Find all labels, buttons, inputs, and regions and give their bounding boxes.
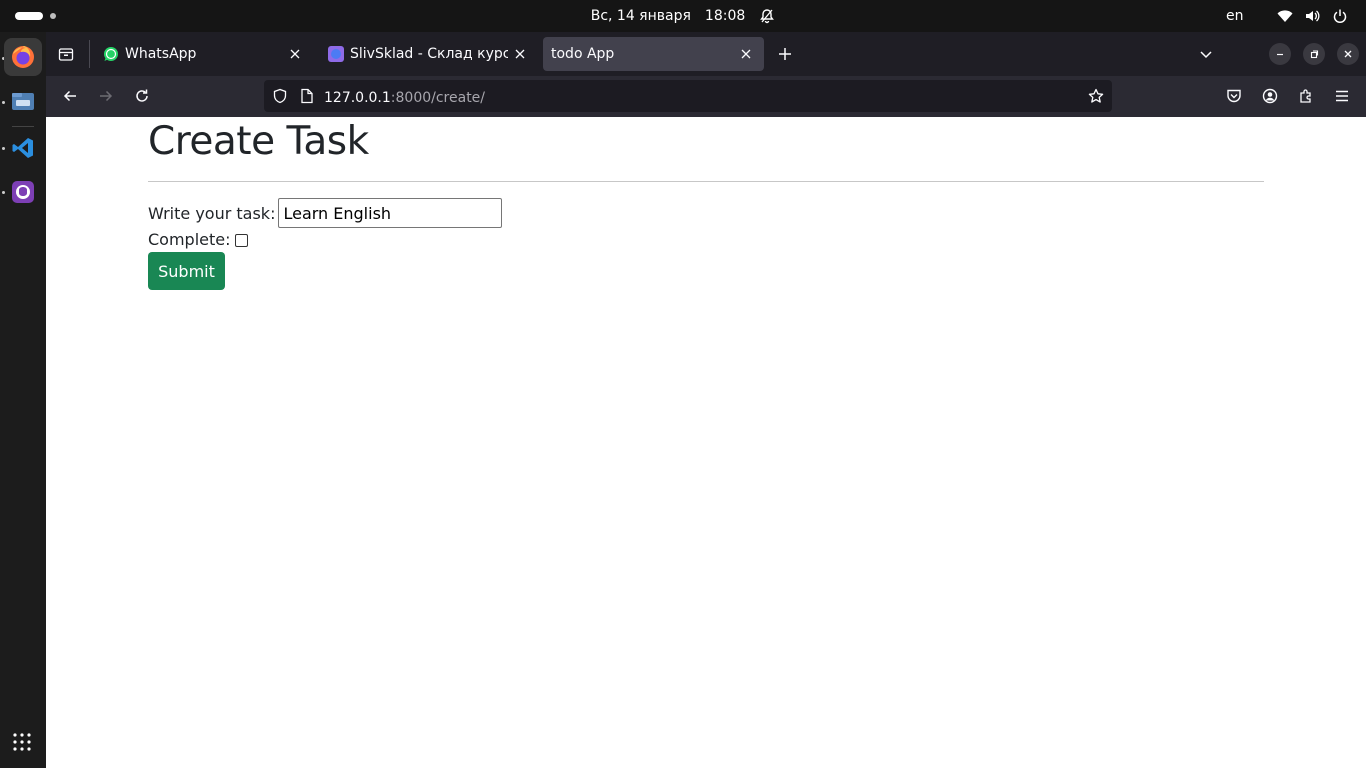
notification-bell-icon [759, 8, 775, 24]
dock-separator [12, 126, 34, 127]
dock [0, 32, 46, 768]
account-icon[interactable] [1254, 80, 1286, 112]
forward-arrow-icon[interactable] [90, 80, 122, 112]
tab-slivsklad[interactable]: SlivSklad - Склад курсов, [318, 37, 538, 71]
minimize-icon[interactable] [1269, 43, 1291, 65]
tab-todo-app[interactable]: todo App [543, 37, 764, 71]
github-desktop-icon[interactable] [4, 173, 42, 211]
page-info-icon[interactable] [300, 88, 314, 104]
page-content: Create Task Write your task: Complete: S… [46, 117, 1366, 768]
system-top-bar: Вс, 14 января 18:08 en [0, 0, 1366, 32]
url-bar[interactable]: 127.0.0.1:8000/create/ [264, 80, 1112, 112]
whatsapp-icon [103, 46, 119, 62]
vscode-icon[interactable] [4, 129, 42, 167]
complete-field-row: Complete: [148, 230, 248, 249]
url-text: 127.0.0.1:8000/create/ [324, 87, 485, 106]
tab-separator [89, 40, 90, 68]
list-all-tabs-icon[interactable] [1190, 38, 1222, 70]
keyboard-layout-indicator[interactable]: en [1226, 8, 1244, 24]
page-title: Create Task [148, 119, 369, 164]
restore-icon[interactable] [1303, 43, 1325, 65]
task-field-row: Write your task: [148, 198, 503, 228]
url-path: :8000/create/ [390, 89, 486, 106]
date-label: Вс, 14 января [590, 8, 691, 24]
back-arrow-icon[interactable] [54, 80, 86, 112]
tab-whatsapp[interactable]: WhatsApp [93, 37, 313, 71]
extensions-puzzle-icon[interactable] [1290, 80, 1322, 112]
close-window-icon[interactable] [1337, 43, 1359, 65]
title-divider [148, 181, 1264, 182]
firefox-view-icon[interactable] [50, 38, 82, 70]
task-input[interactable] [278, 198, 503, 228]
files-icon[interactable] [4, 82, 42, 120]
tab-title: SlivSklad - Склад курсов, [350, 46, 508, 62]
slivsklad-icon [328, 46, 344, 62]
power-icon[interactable] [1332, 8, 1348, 24]
bookmark-star-icon[interactable] [1088, 88, 1104, 104]
close-tab-icon[interactable] [734, 42, 758, 66]
shield-icon[interactable] [272, 88, 288, 104]
complete-checkbox[interactable] [234, 234, 248, 247]
tab-title: WhatsApp [125, 46, 197, 62]
complete-label: Complete: [148, 230, 231, 249]
close-tab-icon[interactable] [283, 42, 307, 66]
wifi-icon[interactable] [1277, 8, 1293, 24]
tab-title: todo App [551, 46, 615, 62]
reload-icon[interactable] [126, 80, 158, 112]
volume-icon[interactable] [1304, 8, 1320, 24]
grid-icon[interactable] [13, 733, 31, 755]
date-time[interactable]: Вс, 14 января 18:08 [0, 0, 1366, 32]
url-host: 127.0.0.1 [324, 89, 391, 106]
submit-button[interactable]: Submit [148, 252, 225, 290]
pocket-icon[interactable] [1218, 80, 1250, 112]
time-label: 18:08 [704, 8, 746, 24]
tab-strip: WhatsApp SlivSklad - Склад курсов, todo … [46, 32, 1366, 76]
navigation-toolbar: 127.0.0.1:8000/create/ [46, 76, 1366, 117]
task-label: Write your task: [148, 203, 276, 223]
hamburger-menu-icon[interactable] [1326, 80, 1358, 112]
new-tab-icon[interactable] [769, 38, 801, 70]
firefox-icon[interactable] [4, 38, 42, 76]
close-tab-icon[interactable] [508, 42, 532, 66]
